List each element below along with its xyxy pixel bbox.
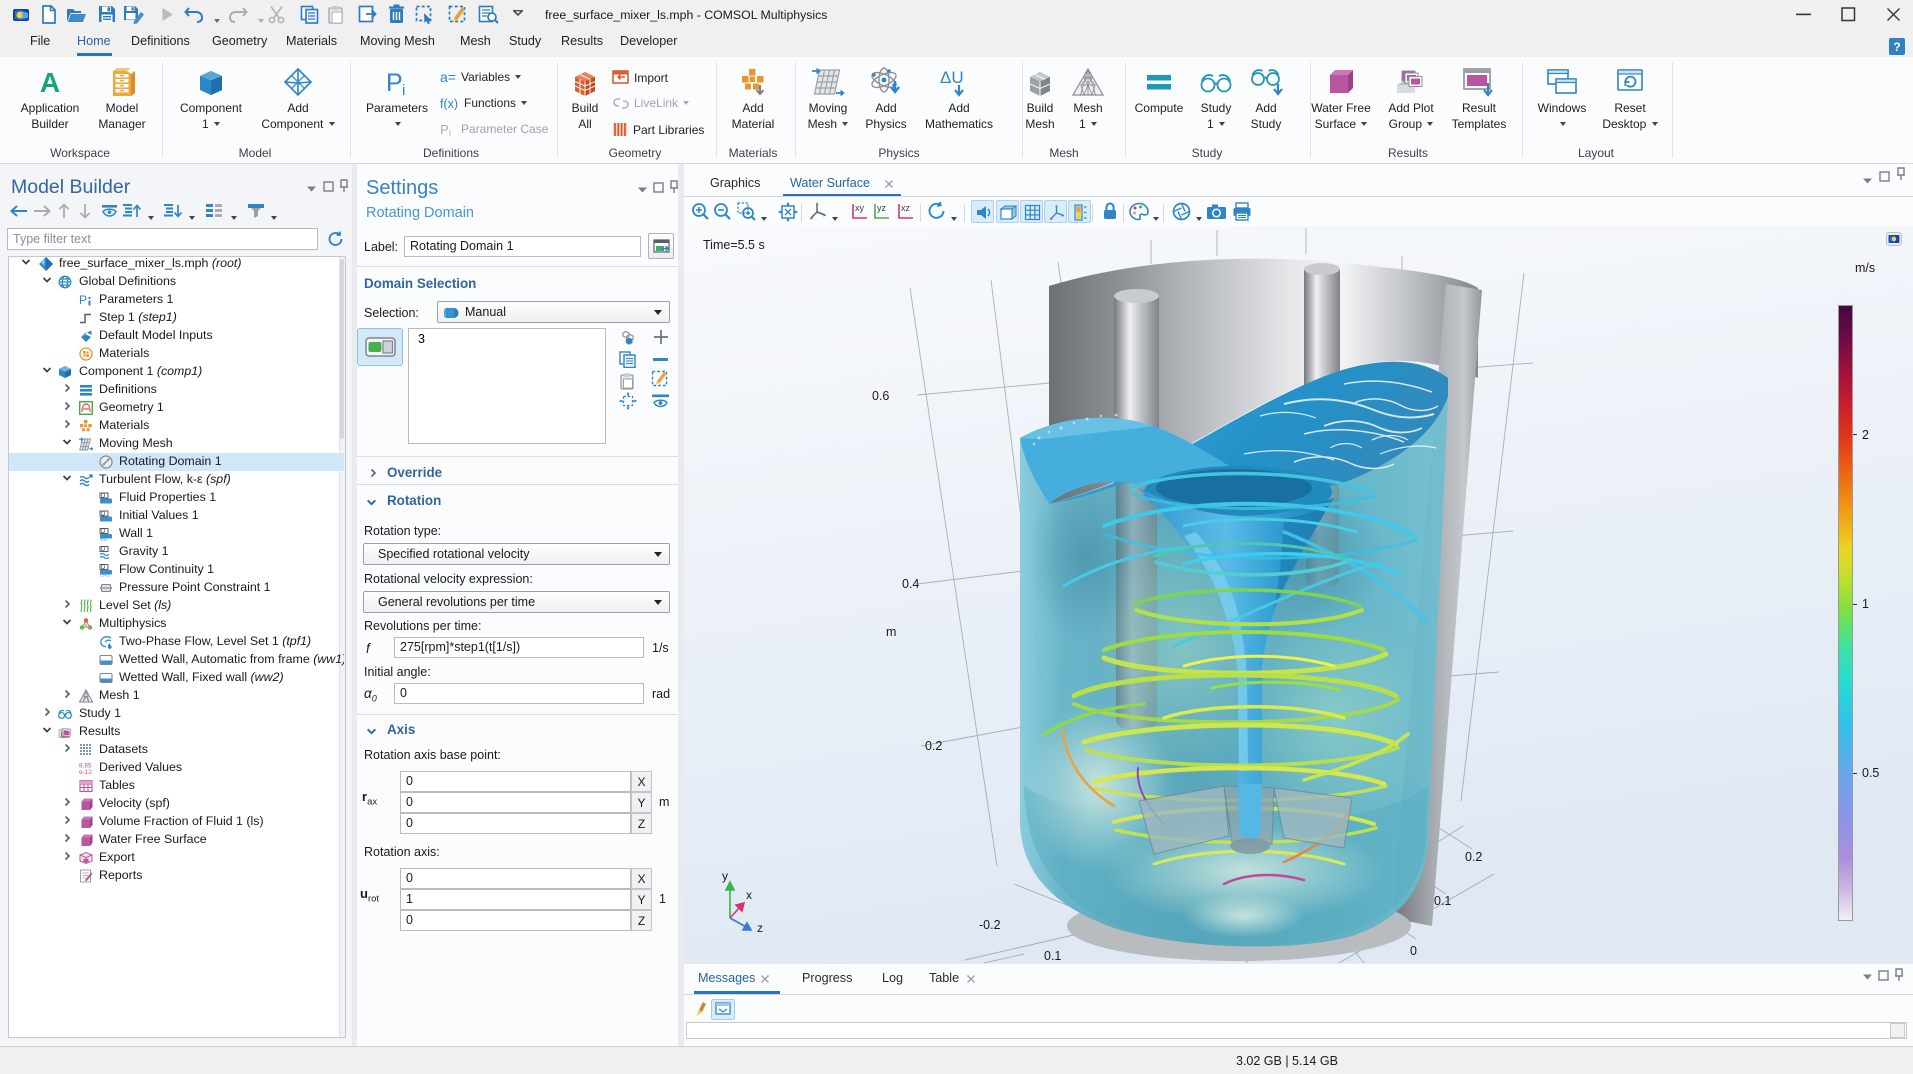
svg-text:xz: xz — [901, 203, 911, 213]
svg-text:yz: yz — [877, 203, 887, 213]
svg-text:a=: a= — [440, 71, 456, 84]
svg-text:0.2: 0.2 — [925, 739, 942, 753]
svg-text:-0.2: -0.2 — [979, 918, 1001, 932]
svg-text:xy: xy — [855, 203, 865, 213]
svg-text:A: A — [40, 67, 60, 97]
svg-text:P: P — [386, 69, 403, 97]
svg-text:0: 0 — [1410, 944, 1417, 958]
svg-text:ΔU: ΔU — [940, 68, 964, 87]
svg-text:P: P — [440, 123, 449, 136]
svg-text:z: z — [757, 921, 763, 935]
svg-text:f(x): f(x) — [440, 97, 458, 110]
svg-text:0.2: 0.2 — [1465, 850, 1482, 864]
svg-text:i: i — [449, 128, 451, 136]
svg-text:x: x — [746, 888, 752, 902]
svg-text:0.1: 0.1 — [1434, 894, 1451, 908]
svg-text:0.1: 0.1 — [1044, 949, 1061, 963]
svg-text:0.6: 0.6 — [872, 389, 889, 403]
svg-text:y: y — [722, 869, 728, 883]
svg-text:m: m — [886, 625, 896, 639]
svg-text:i: i — [402, 82, 405, 97]
svg-text:0.4: 0.4 — [902, 577, 919, 591]
